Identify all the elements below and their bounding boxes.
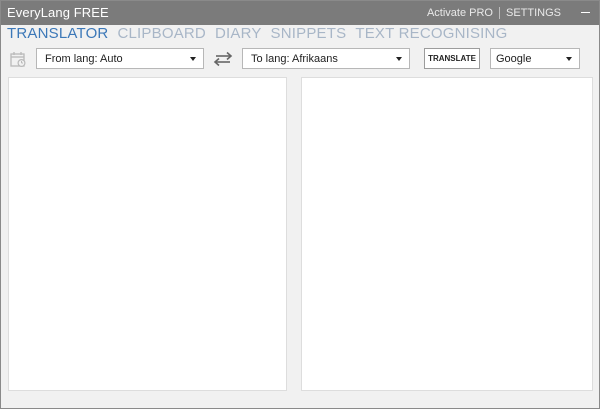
minimize-icon[interactable] bbox=[577, 1, 593, 25]
translate-button[interactable]: TRANSLATE bbox=[424, 48, 480, 69]
chevron-down-icon bbox=[566, 57, 572, 61]
title-bar: EveryLang FREE Activate PRO SETTINGS bbox=[1, 1, 599, 25]
title-actions: Activate PRO SETTINGS bbox=[421, 1, 593, 25]
swap-arrows-icon[interactable] bbox=[212, 50, 234, 68]
result-text-panel bbox=[301, 77, 593, 391]
from-lang-select[interactable]: From lang: Auto bbox=[36, 48, 204, 69]
to-lang-value: To lang: Afrikaans bbox=[251, 52, 338, 65]
chevron-down-icon bbox=[396, 57, 402, 61]
main-tabs: TRANSLATOR CLIPBOARD DIARY SNIPPETS TEXT… bbox=[7, 25, 507, 45]
chevron-down-icon bbox=[190, 57, 196, 61]
service-select[interactable]: Google bbox=[490, 48, 580, 69]
from-lang-value: From lang: Auto bbox=[45, 52, 123, 65]
tab-clipboard[interactable]: CLIPBOARD bbox=[117, 25, 206, 45]
activate-pro-link[interactable]: Activate PRO bbox=[421, 7, 499, 19]
tab-text-recognising[interactable]: TEXT RECOGNISING bbox=[355, 25, 507, 45]
settings-link[interactable]: SETTINGS bbox=[500, 7, 567, 19]
translator-toolbar: From lang: Auto To lang: Afrikaans TRANS… bbox=[1, 48, 599, 70]
tab-diary[interactable]: DIARY bbox=[215, 25, 262, 45]
app-window: EveryLang FREE Activate PRO SETTINGS TRA… bbox=[0, 0, 600, 409]
tab-snippets[interactable]: SNIPPETS bbox=[271, 25, 347, 45]
source-text-panel bbox=[8, 77, 287, 391]
history-icon[interactable] bbox=[9, 50, 27, 68]
result-text-output[interactable] bbox=[302, 78, 592, 390]
service-value: Google bbox=[496, 52, 532, 65]
source-text-input[interactable] bbox=[9, 78, 286, 390]
to-lang-select[interactable]: To lang: Afrikaans bbox=[242, 48, 410, 69]
app-title: EveryLang FREE bbox=[7, 5, 109, 20]
tab-translator[interactable]: TRANSLATOR bbox=[7, 25, 108, 45]
